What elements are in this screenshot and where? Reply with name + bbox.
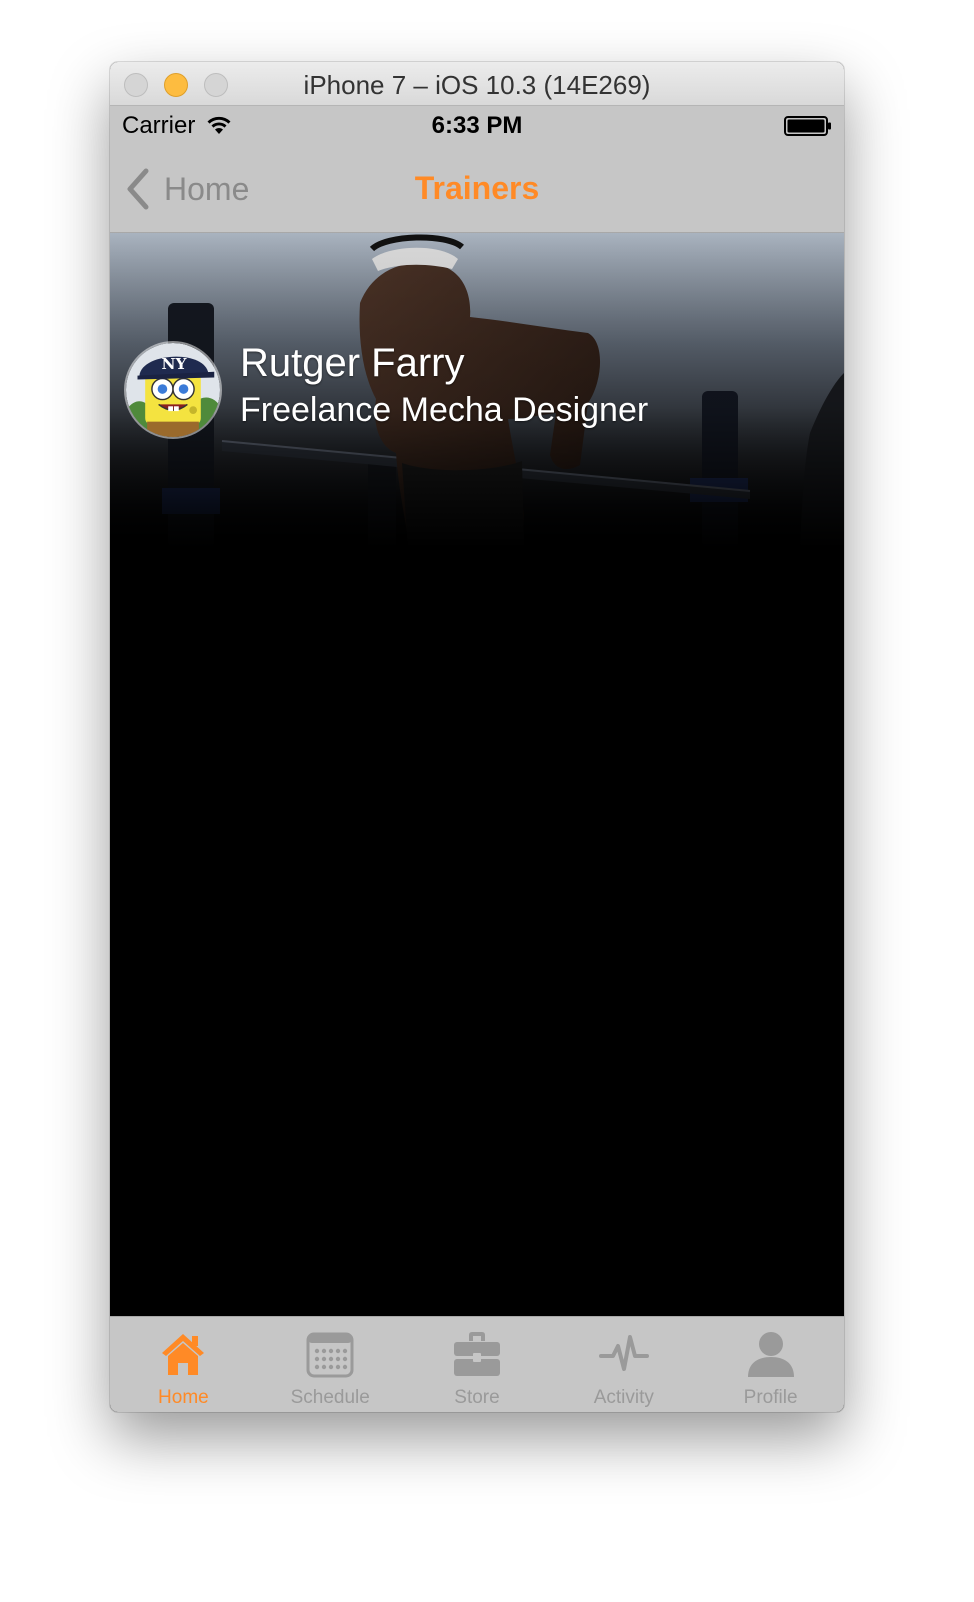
navigation-bar: Home Trainers (110, 146, 844, 233)
window-title: iPhone 7 – iOS 10.3 (14E269) (303, 70, 651, 100)
tab-activity[interactable]: Activity (550, 1317, 697, 1412)
device-screen: Carrier 6:33 PM Home Trainers NY Rutger … (110, 106, 844, 1412)
tab-schedule[interactable]: Schedule (257, 1317, 404, 1412)
pulse-icon (598, 1335, 649, 1371)
window-titlebar[interactable]: iPhone 7 – iOS 10.3 (14E269) (110, 62, 844, 106)
trainer-name: Rutger Farry (240, 341, 465, 385)
home-icon (162, 1334, 205, 1375)
status-bar: Carrier 6:33 PM (110, 106, 844, 146)
simulator-window: iPhone 7 – iOS 10.3 (14E269) Carrier 6:3… (110, 62, 844, 1412)
tab-label: Activity (593, 1387, 654, 1408)
person-icon (747, 1332, 794, 1377)
tab-label: Home (158, 1387, 209, 1408)
tab-profile[interactable]: Profile (697, 1317, 844, 1412)
tab-bar: Home Schedule Store Activity Profile (110, 1316, 844, 1412)
battery-icon (784, 116, 831, 136)
status-time: 6:33 PM (431, 112, 523, 139)
tab-label: Schedule (290, 1387, 370, 1408)
tab-label: Profile (743, 1387, 798, 1408)
calendar-icon (306, 1332, 354, 1378)
trainer-avatar: NY (124, 341, 222, 439)
tab-store[interactable]: Store (404, 1317, 551, 1412)
trainer-role: Freelance Mecha Designer (240, 391, 649, 429)
tab-label: Store (454, 1387, 500, 1408)
tab-home[interactable]: Home (110, 1317, 257, 1412)
page-title: Trainers (414, 170, 540, 206)
svg-text:NY: NY (161, 355, 187, 373)
trainer-card[interactable]: NY Rutger Farry Freelance Mecha Designer (110, 233, 844, 548)
briefcase-icon (453, 1332, 500, 1376)
trainers-content: NY Rutger Farry Freelance Mecha Designer (110, 233, 844, 1316)
